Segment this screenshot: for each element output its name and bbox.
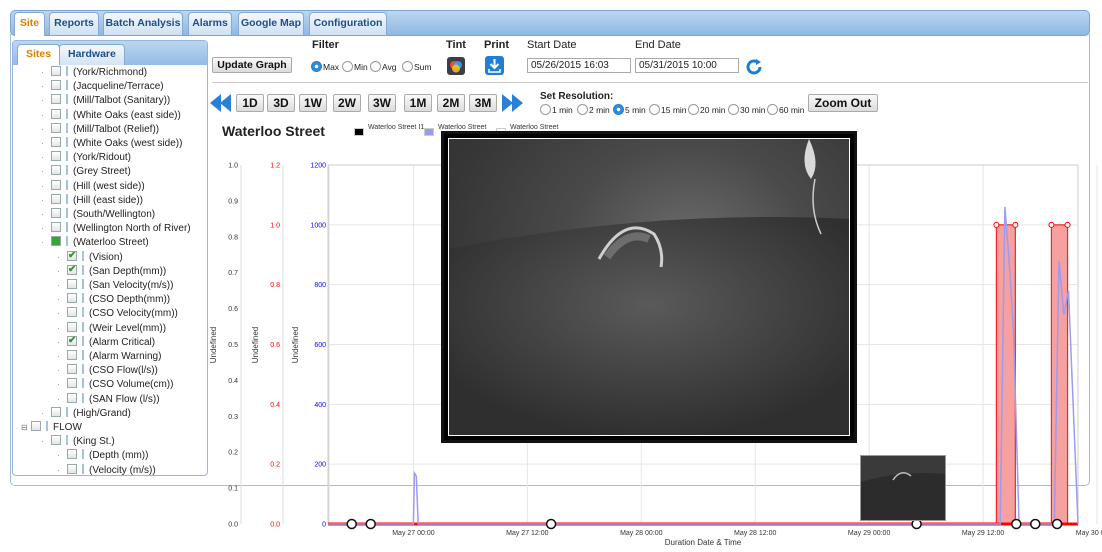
y-tick-label: 0.6 <box>270 342 280 349</box>
y-tick-label: 0.2 <box>228 450 238 457</box>
y-tick-label: 0 <box>322 522 326 529</box>
y-tick-label: 0.5 <box>228 342 238 349</box>
y-tick-label: 600 <box>314 342 326 349</box>
y-tick-label: 0.1 <box>228 486 238 493</box>
x-tick-label: May 28 00:00 <box>620 530 663 537</box>
y-tick-label: 1200 <box>310 163 326 170</box>
y-tick-label: 800 <box>314 282 326 289</box>
video-thumbnail[interactable] <box>860 455 946 521</box>
y-tick-label: 0.2 <box>270 462 280 469</box>
event-marker[interactable] <box>1011 518 1022 530</box>
event-marker[interactable] <box>545 518 557 530</box>
y-tick-label: 0.0 <box>228 522 238 529</box>
event-marker[interactable] <box>1030 518 1041 530</box>
y-tick-label: 0.4 <box>270 402 280 409</box>
y-axis-label: Undefined <box>209 327 218 363</box>
y-tick-label: 1.2 <box>270 163 280 170</box>
camera-image <box>448 138 850 436</box>
y-tick-label: 0.6 <box>228 306 238 313</box>
y-tick-label: 200 <box>314 462 326 469</box>
y-tick-label: 0.8 <box>228 234 238 241</box>
y-axis-label: Undefined <box>251 327 260 363</box>
y-tick-label: 1.0 <box>228 163 238 170</box>
x-tick-label: May 27 00:00 <box>392 530 435 537</box>
y-axis-label: Undefined <box>291 327 300 363</box>
y-tick-label: 1.0 <box>270 222 280 229</box>
y-tick-label: 0.3 <box>228 414 238 421</box>
data-point <box>993 221 1000 228</box>
data-point <box>1064 221 1071 228</box>
x-tick-label: May 30 00:00 <box>1076 530 1102 537</box>
event-marker[interactable] <box>346 518 357 530</box>
alarm-bar <box>995 224 1016 525</box>
data-point <box>1012 221 1019 228</box>
x-tick-label: May 29 00:00 <box>848 530 891 537</box>
x-tick-label: May 28 12:00 <box>734 530 777 537</box>
y-tick-label: 1000 <box>310 222 326 229</box>
y-tick-label: 0.9 <box>228 198 238 205</box>
y-tick-label: 0.0 <box>270 522 280 529</box>
x-tick-label: May 29 12:00 <box>962 530 1005 537</box>
x-tick-label: May 27 12:00 <box>506 530 549 537</box>
event-marker[interactable] <box>365 518 376 530</box>
data-point <box>1048 221 1055 228</box>
y-tick-label: 400 <box>314 402 326 409</box>
y-tick-label: 0.7 <box>228 270 238 277</box>
y-tick-label: 0.8 <box>270 282 280 289</box>
vision-video[interactable] <box>441 131 857 443</box>
y-tick-label: 0.4 <box>228 378 238 385</box>
event-marker[interactable] <box>1051 518 1063 530</box>
x-axis-label: Duration Date & Time <box>665 538 742 547</box>
